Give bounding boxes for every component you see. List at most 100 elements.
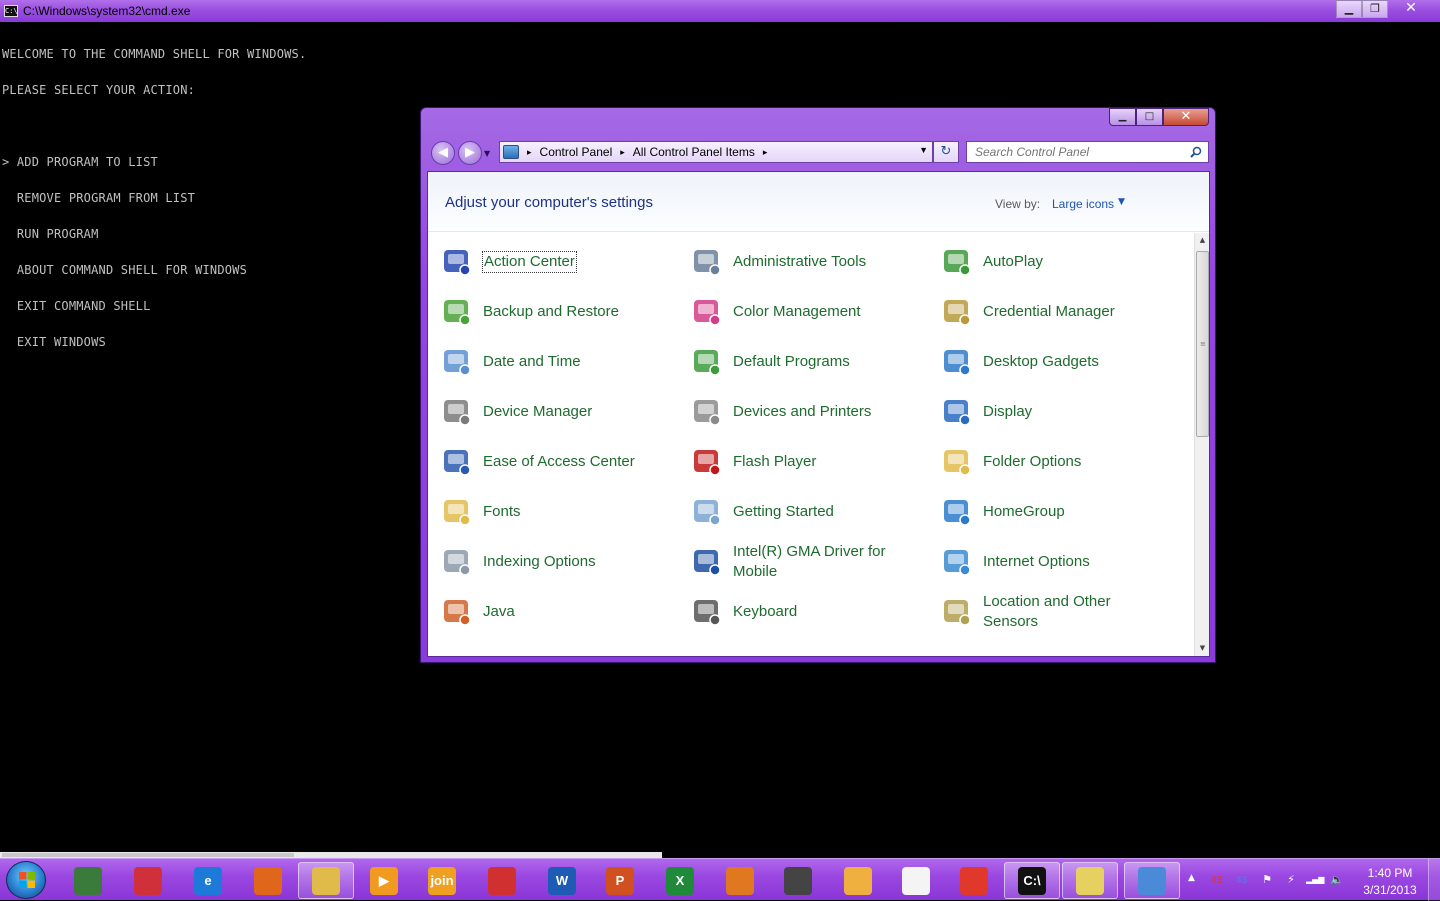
cmd-menu-option[interactable]: REMOVE PROGRAM FROM LIST: [2, 192, 306, 204]
chevron-down-icon[interactable]: ▼: [1118, 197, 1125, 207]
cp-item[interactable]: Action Center: [440, 242, 680, 284]
taskbar-app-button[interactable]: [474, 862, 530, 899]
taskbar-app-button[interactable]: [712, 862, 768, 899]
cp-item[interactable]: Location and Other Sensors: [940, 590, 1180, 634]
breadcrumb-separator[interactable]: ▸: [620, 147, 625, 158]
taskbar-app-button[interactable]: C:\: [1004, 862, 1060, 899]
cmd-menu-option[interactable]: ABOUT COMMAND SHELL FOR WINDOWS: [2, 264, 306, 276]
back-button[interactable]: ◀: [431, 141, 455, 165]
printer-icon: [690, 395, 724, 429]
cp-item[interactable]: Java: [440, 590, 680, 634]
taskbar-app-button[interactable]: [888, 862, 944, 899]
cmd-restore-button[interactable]: ❐: [1362, 0, 1388, 18]
cp-item[interactable]: Getting Started: [690, 490, 930, 534]
search-icon[interactable]: [1190, 146, 1202, 158]
breadcrumb-all-items[interactable]: All Control Panel Items: [633, 145, 755, 159]
cp-item[interactable]: Devices and Printers: [690, 390, 930, 434]
cp-item[interactable]: Date and Time: [440, 340, 680, 384]
refresh-button[interactable]: ↻: [933, 141, 959, 163]
breadcrumb-control-panel[interactable]: Control Panel: [540, 145, 613, 159]
cp-item-label: Default Programs: [733, 353, 850, 370]
clock-date[interactable]: 3/31/2013: [1352, 883, 1428, 897]
address-bar[interactable]: ▸ Control Panel ▸ All Control Panel Item…: [499, 141, 933, 163]
network-icon[interactable]: ▂▄▆: [1306, 873, 1324, 887]
taskbar-app-button[interactable]: [1124, 862, 1180, 899]
forward-button[interactable]: ▶: [458, 141, 482, 165]
volume-icon[interactable]: 🔈: [1330, 873, 1344, 887]
cp-item[interactable]: Display: [940, 390, 1180, 434]
scroll-up-icon[interactable]: ▲: [1195, 233, 1210, 248]
taskbar-app-button[interactable]: [946, 862, 1002, 899]
cp-item[interactable]: Flash Player: [690, 440, 930, 484]
cp-vertical-scrollbar[interactable]: ▲ ≡ ▼: [1194, 233, 1209, 656]
taskbar-app-button[interactable]: W: [534, 862, 590, 899]
cp-close-button[interactable]: ✕: [1163, 108, 1209, 126]
taskbar-app-button[interactable]: P: [592, 862, 648, 899]
cp-item[interactable]: Keyboard: [690, 590, 930, 634]
cp-item-label: Date and Time: [483, 353, 581, 370]
recent-pages-button[interactable]: ▼: [484, 149, 490, 158]
cp-item[interactable]: HomeGroup: [940, 490, 1180, 534]
address-dropdown-icon[interactable]: ▼: [919, 145, 928, 155]
scrollbar-thumb[interactable]: ≡: [1196, 251, 1209, 437]
cp-item[interactable]: Default Programs: [690, 340, 930, 384]
taskbar-app-button[interactable]: [770, 862, 826, 899]
clock-time[interactable]: 1:40 PM: [1352, 866, 1428, 880]
show-desktop-button[interactable]: [1428, 859, 1440, 901]
cp-item[interactable]: Internet Options: [940, 540, 1180, 584]
cp-item[interactable]: Credential Manager: [940, 290, 1180, 334]
cmd-menu-option[interactable]: EXIT COMMAND SHELL: [2, 300, 306, 312]
cp-maximize-button[interactable]: □: [1136, 108, 1163, 126]
taskbar-app-button[interactable]: ▶: [356, 862, 412, 899]
cp-minimize-button[interactable]: ▁: [1109, 108, 1136, 126]
cp-window-controls: ▁ □ ✕: [1109, 108, 1209, 126]
solitaire-icon: [902, 866, 930, 895]
cp-item[interactable]: Device Manager: [440, 390, 680, 434]
calendar-icon: [440, 345, 474, 379]
taskbar-app-button[interactable]: X: [652, 862, 708, 899]
view-by-label: View by:: [995, 197, 1041, 211]
search-box[interactable]: [966, 141, 1209, 163]
ms-office-icon: [488, 866, 516, 895]
cmd-menu-option[interactable]: EXIT WINDOWS: [2, 336, 306, 348]
action-center-flag-icon[interactable]: ⚑: [1260, 873, 1274, 887]
cp-item[interactable]: Color Management: [690, 290, 930, 334]
taskbar-app-button[interactable]: e: [180, 862, 236, 899]
chrome-icon: [960, 866, 988, 895]
cp-item[interactable]: Indexing Options: [440, 540, 680, 584]
cp-item[interactable]: Backup and Restore: [440, 290, 680, 334]
user-figure-icon: [844, 866, 872, 895]
taskbar-app-button[interactable]: [830, 862, 886, 899]
breadcrumb-separator[interactable]: ▸: [527, 147, 532, 158]
taskbar-app-button[interactable]: [240, 862, 296, 899]
cp-item[interactable]: Desktop Gadgets: [940, 340, 1180, 384]
tray-counter-b[interactable]: 43: [1236, 875, 1247, 886]
cmd-scrollbar-thumb[interactable]: [2, 853, 294, 857]
cmd-titlebar[interactable]: C:\ C:\Windows\system32\cmd.exe ▁ ❐ ✕: [0, 0, 1440, 22]
cmd-minimize-button[interactable]: ▁: [1336, 0, 1362, 18]
taskbar-app-button[interactable]: [1062, 862, 1118, 899]
cmd-menu-option[interactable]: RUN PROGRAM: [2, 228, 306, 240]
cp-item[interactable]: Intel(R) GMA Driver for Mobile: [690, 540, 930, 584]
taskbar-app-button[interactable]: [60, 862, 116, 899]
power-icon[interactable]: ⚡: [1284, 873, 1298, 887]
show-hidden-icons-button[interactable]: ▲: [1188, 873, 1195, 883]
scroll-down-icon[interactable]: ▼: [1195, 641, 1210, 656]
start-button[interactable]: [6, 861, 46, 899]
cp-item[interactable]: AutoPlay: [940, 242, 1180, 284]
taskbar-app-button[interactable]: [298, 862, 354, 899]
cp-item[interactable]: Folder Options: [940, 440, 1180, 484]
search-input[interactable]: [975, 145, 1185, 159]
cp-item[interactable]: Administrative Tools: [690, 242, 930, 284]
breadcrumb-separator[interactable]: ▸: [763, 147, 768, 158]
media-player-icon: ▶: [370, 866, 398, 895]
taskbar-app-button[interactable]: [120, 862, 176, 899]
cp-item[interactable]: Ease of Access Center: [440, 440, 680, 484]
cmd-close-button[interactable]: ✕: [1388, 0, 1434, 18]
tray-counter-a[interactable]: 43: [1211, 875, 1222, 886]
taskbar-app-button[interactable]: join: [414, 862, 470, 899]
cmd-menu-option[interactable]: > ADD PROGRAM TO LIST: [2, 156, 306, 168]
display-icon: [940, 395, 974, 429]
view-by-dropdown[interactable]: Large icons: [1052, 197, 1114, 211]
cp-item[interactable]: Fonts: [440, 490, 680, 534]
